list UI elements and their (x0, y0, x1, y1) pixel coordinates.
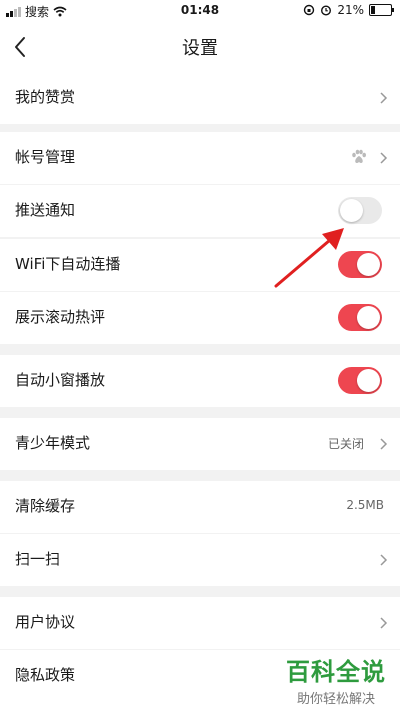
push-notification-toggle[interactable] (338, 197, 382, 224)
battery-percent: 21% (337, 3, 364, 17)
settings-row-scan[interactable]: 扫一扫 (0, 534, 400, 586)
rotation-lock-icon (304, 4, 315, 16)
settings-row-account-management[interactable]: 帐号管理 (0, 132, 400, 184)
nav-bar: 设置 (0, 22, 400, 72)
toggle-knob (340, 199, 363, 222)
row-label: 展示滚动热评 (15, 308, 106, 326)
row-label: 青少年模式 (15, 434, 91, 452)
row-label: 推送通知 (15, 201, 76, 219)
row-label: 隐私政策 (15, 666, 76, 684)
watermark-title: 百科全说 (286, 658, 386, 686)
settings-row-teen-mode[interactable]: 青少年模式 已关闭 (0, 418, 400, 470)
chevron-right-icon (380, 617, 388, 629)
row-label: 帐号管理 (15, 148, 76, 166)
row-label: 自动小窗播放 (15, 371, 106, 389)
auto-mini-window-toggle[interactable] (338, 367, 382, 394)
scrolling-comments-toggle[interactable] (338, 304, 382, 331)
page-title: 设置 (182, 38, 218, 59)
chevron-right-icon (380, 554, 388, 566)
toggle-knob (357, 253, 380, 276)
status-right: 21% (303, 3, 394, 17)
settings-row-user-agreement[interactable]: 用户协议 (0, 597, 400, 649)
watermark: 百科全说 助你轻松解决 (286, 652, 386, 707)
row-label: 扫一扫 (15, 550, 61, 568)
baidu-paw-icon (352, 149, 366, 163)
row-label: 我的赞赏 (15, 88, 76, 106)
chevron-right-icon (380, 438, 388, 450)
row-label: 用户协议 (15, 613, 76, 631)
battery-icon (369, 4, 394, 16)
cache-size: 2.5MB (346, 498, 384, 512)
settings-row-my-appreciation[interactable]: 我的赞赏 (0, 72, 400, 124)
settings-row-auto-mini-window: 自动小窗播放 (0, 355, 400, 407)
status-bar: 搜索 01:48 21% (0, 0, 400, 22)
chevron-right-icon (380, 152, 388, 164)
toggle-knob (357, 369, 380, 392)
teen-mode-status: 已关闭 (327, 437, 364, 451)
settings-row-scrolling-comments: 展示滚动热评 (0, 292, 400, 344)
row-label: 清除缓存 (15, 497, 76, 515)
alarm-icon (321, 5, 332, 16)
settings-row-clear-cache[interactable]: 清除缓存 2.5MB (0, 481, 400, 533)
annotation-arrow-icon (274, 228, 344, 288)
row-label: WiFi下自动连播 (15, 255, 121, 273)
watermark-subtitle: 助你轻松解决 (296, 692, 375, 707)
chevron-right-icon (380, 92, 388, 104)
toggle-knob (357, 306, 380, 329)
